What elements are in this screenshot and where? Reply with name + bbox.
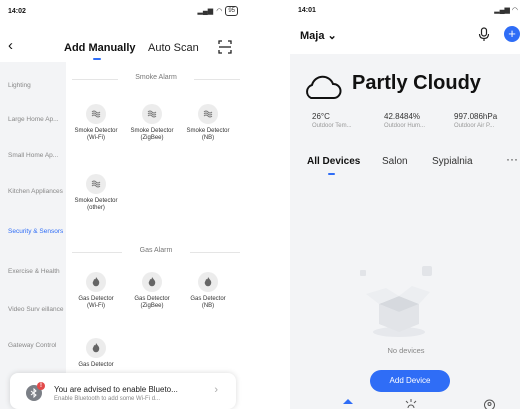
device-catalog: Smoke Alarm Smoke Detector (Wi-Fi) Smoke… <box>66 62 246 409</box>
device-label: Smoke Detector (other) <box>74 198 118 211</box>
device-label: Gas Detector (NB) <box>190 296 226 309</box>
section-header-gas: Gas Alarm <box>66 247 246 257</box>
metric-value: 26°C <box>312 112 330 121</box>
status-bar: 14:02 ▂▄▆ ◠ 95 <box>0 0 246 22</box>
device-label: Smoke Detector (Wi-Fi) <box>74 128 118 141</box>
sidebar-item-kitchen-appliances[interactable]: Kitchen Appliances <box>8 188 64 196</box>
smoke-detector-icon <box>198 104 218 124</box>
flame-icon <box>86 338 106 358</box>
metric-value: 997.086hPa <box>454 112 498 121</box>
tab-indicator <box>93 58 101 60</box>
metric-label: Outdoor Air P... <box>454 123 495 129</box>
tab-salon[interactable]: Salon <box>382 156 408 167</box>
device-label: Smoke Detector (NB) <box>186 128 230 141</box>
device-smoke-wifi[interactable]: Smoke Detector (Wi-Fi) <box>74 104 118 142</box>
tab-sypialnia[interactable]: Sypialnia <box>432 156 473 167</box>
more-rooms-button[interactable]: ··· <box>506 152 518 166</box>
sidebar-item-small-home-appliances[interactable]: Small Home Ap... <box>8 152 64 160</box>
metric-air-pressure: 997.086hPa Outdoor Air P... <box>454 112 497 129</box>
device-gas-other[interactable]: Gas Detector <box>74 338 118 369</box>
status-icons: ▂▄▆ ◠ 95 <box>197 6 238 16</box>
sidebar-item-video-surveillance[interactable]: Video Surv eillance <box>8 306 64 314</box>
sidebar-item-security-sensors[interactable]: Security & Sensors <box>8 228 64 236</box>
category-sidebar: Lighting Large Home Ap... Small Home Ap.… <box>0 62 66 409</box>
cloud-icon <box>306 75 342 99</box>
device-gas-zigbee[interactable]: Gas Detector (ZigBee) <box>130 272 174 310</box>
flame-icon <box>198 272 218 292</box>
empty-box-illustration <box>360 266 432 337</box>
metric-humidity: 42.8484% Outdoor Hum... <box>384 112 425 129</box>
home-nav-icon[interactable] <box>342 398 354 409</box>
section-header-smoke: Smoke Alarm <box>66 74 246 84</box>
add-device-button[interactable]: Add Device <box>370 370 450 392</box>
smoke-detector-icon <box>86 174 106 194</box>
scan-icon[interactable] <box>218 40 232 54</box>
device-smoke-zigbee[interactable]: Smoke Detector (ZigBee) <box>130 104 174 142</box>
divider <box>190 252 240 253</box>
chevron-right-icon: › <box>214 384 218 396</box>
device-smoke-other[interactable]: Smoke Detector (other) <box>74 174 118 212</box>
status-time: 14:01 <box>298 7 316 14</box>
empty-state-message: No devices <box>387 346 425 355</box>
device-label: Gas Detector (ZigBee) <box>134 296 170 309</box>
banner-subtitle: Enable Bluetooth to add some Wi-Fi d... <box>54 396 161 402</box>
alert-badge: ! <box>37 382 45 390</box>
sidebar-item-lighting[interactable]: Lighting <box>8 82 64 90</box>
device-smoke-nb[interactable]: Smoke Detector (NB) <box>186 104 230 142</box>
home-header: 14:01 ▂▄▆ ◠ Maja ⌄ + <box>290 0 520 54</box>
smoke-detector-icon <box>142 104 162 124</box>
flame-icon <box>142 272 162 292</box>
device-label: Gas Detector (Wi-Fi) <box>78 296 114 309</box>
add-button[interactable]: + <box>504 26 520 42</box>
metric-temperature: 26°C Outdoor Tem... <box>312 112 352 129</box>
device-gas-wifi[interactable]: Gas Detector (Wi-Fi) <box>74 272 118 310</box>
wifi-icon: ◠ <box>216 8 223 15</box>
metric-value: 42.8484% <box>384 112 421 121</box>
home-selector[interactable]: Maja ⌄ <box>300 29 337 42</box>
signal-icon: ▂▄▆ <box>197 8 214 15</box>
tab-auto-scan[interactable]: Auto Scan <box>148 42 199 54</box>
signal-icon: ▂▄▆ <box>494 7 510 14</box>
banner-title: You are advised to enable Blueto... <box>54 385 178 394</box>
tab-all-devices[interactable]: All Devices <box>307 156 360 167</box>
battery-icon: 95 <box>225 6 238 16</box>
flame-icon <box>86 272 106 292</box>
status-icons: ▂▄▆ ◠ <box>494 6 518 14</box>
bluetooth-banner[interactable]: ! You are advised to enable Blueto... En… <box>10 373 236 409</box>
device-label: Gas Detector <box>78 362 114 368</box>
device-gas-nb[interactable]: Gas Detector (NB) <box>186 272 230 310</box>
sidebar-item-large-home-appliances[interactable]: Large Home Ap... <box>8 116 64 124</box>
metric-label: Outdoor Hum... <box>384 123 426 129</box>
add-device-screen: 14:02 ▂▄▆ ◠ 95 ‹ Add Manually Auto Scan … <box>0 0 246 409</box>
microphone-icon[interactable] <box>477 27 491 42</box>
metric-label: Outdoor Tem... <box>312 123 352 129</box>
smoke-detector-icon <box>86 104 106 124</box>
sidebar-item-exercise-health[interactable]: Exercise & Health <box>8 268 64 276</box>
device-label: Smoke Detector (ZigBee) <box>130 128 174 141</box>
scene-nav-icon[interactable] <box>404 398 418 409</box>
status-time: 14:02 <box>8 8 26 15</box>
divider <box>194 79 240 80</box>
nav-header: ‹ Add Manually Auto Scan <box>0 34 246 62</box>
profile-nav-icon[interactable] <box>483 398 496 409</box>
wifi-icon: ◠ <box>511 7 518 14</box>
home-screen: 14:01 ▂▄▆ ◠ Maja ⌄ + Partly Cloudy 26°C … <box>290 0 520 409</box>
tab-add-manually[interactable]: Add Manually <box>64 42 136 54</box>
tab-indicator <box>328 173 335 175</box>
back-button[interactable]: ‹ <box>8 37 13 54</box>
weather-condition: Partly Cloudy <box>352 72 481 94</box>
sidebar-item-gateway-control[interactable]: Gateway Control <box>8 342 64 350</box>
